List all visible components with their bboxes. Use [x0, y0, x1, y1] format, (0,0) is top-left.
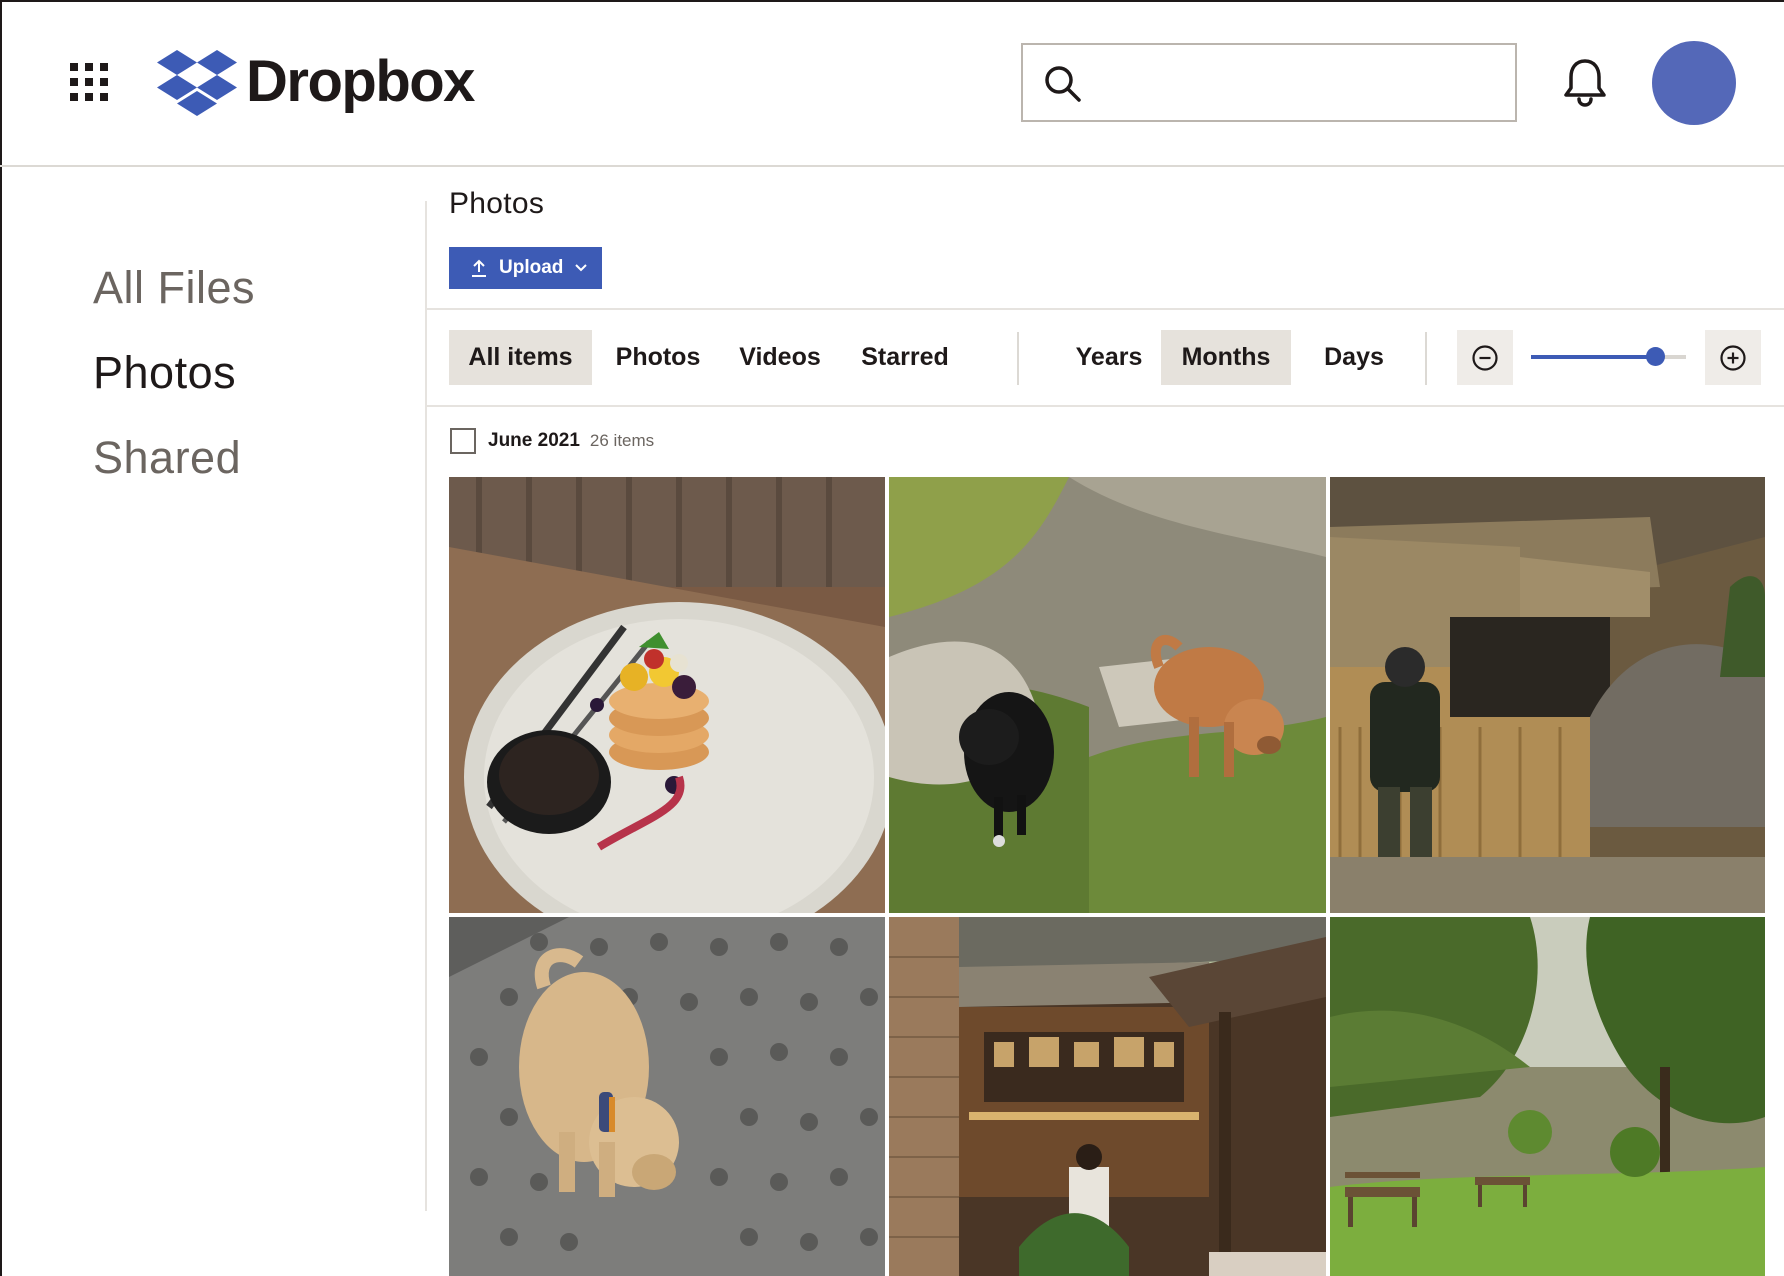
upload-icon	[472, 259, 486, 277]
logo-wordmark[interactable]: Dropbox	[246, 48, 475, 116]
upload-label: Upload	[499, 257, 564, 278]
zoom-in-icon	[1720, 344, 1746, 371]
grid-icon[interactable]	[70, 63, 110, 103]
photo-riverside-image	[1330, 917, 1765, 1276]
tab-years[interactable]: Years	[1052, 330, 1166, 385]
zoom-slider-fill	[1531, 355, 1655, 359]
group-date: June 2021	[488, 430, 580, 451]
search-box[interactable]	[1021, 43, 1517, 122]
tab-all-items[interactable]: All items	[449, 330, 592, 385]
toolbar-bottom-rule	[427, 405, 1784, 407]
zoom-slider[interactable]	[1531, 347, 1686, 366]
tab-videos[interactable]: Videos	[724, 330, 836, 385]
month-group-header: June 2021 26 items	[450, 427, 654, 455]
toolbar-separator	[1425, 332, 1427, 385]
photo-thumbnail[interactable]	[1330, 477, 1765, 913]
sidebar-item-shared[interactable]: Shared	[93, 432, 241, 484]
zoom-out-icon	[1472, 344, 1498, 371]
toolbar-top-rule	[427, 308, 1784, 310]
top-bar: Dropbox	[0, 0, 1784, 167]
search-input[interactable]	[1095, 57, 1495, 109]
zoom-out-button[interactable]	[1457, 330, 1513, 385]
group-count: 26 items	[589, 431, 655, 450]
zoom-slider-thumb[interactable]	[1646, 347, 1665, 366]
sidebar-divider	[425, 201, 427, 1211]
tab-months[interactable]: Months	[1161, 330, 1291, 385]
photo-puppies-image	[889, 477, 1326, 913]
zoom-in-button[interactable]	[1705, 330, 1761, 385]
photo-thumbnail[interactable]	[889, 917, 1326, 1276]
page-title: Photos	[449, 187, 545, 220]
photo-thumbnail[interactable]	[1330, 917, 1765, 1276]
sidebar-item-all-files[interactable]: All Files	[93, 262, 255, 314]
photo-small-dog-image	[449, 917, 885, 1276]
tab-days[interactable]: Days	[1298, 330, 1410, 385]
photo-thumbnail[interactable]	[449, 917, 885, 1276]
sidebar: All Files Photos Shared	[0, 167, 427, 1276]
select-group-checkbox[interactable]	[450, 428, 476, 454]
photo-pancakes-image	[449, 477, 885, 913]
tab-photos[interactable]: Photos	[599, 330, 717, 385]
tab-starred[interactable]: Starred	[843, 330, 967, 385]
upload-button[interactable]: Upload	[449, 247, 602, 289]
avatar[interactable]	[1652, 41, 1736, 125]
photo-thumbnail[interactable]	[889, 477, 1326, 913]
photo-cafe-image	[889, 917, 1326, 1276]
photo-thumbnail[interactable]	[449, 477, 885, 913]
search-icon	[1045, 66, 1081, 102]
dropbox-logo[interactable]	[157, 50, 237, 116]
bell-icon[interactable]	[1561, 57, 1609, 109]
sidebar-item-photos[interactable]: Photos	[93, 347, 236, 399]
chevron-down-icon	[575, 264, 588, 272]
photo-market-stall-image	[1330, 477, 1765, 913]
toolbar-separator	[1017, 332, 1019, 385]
